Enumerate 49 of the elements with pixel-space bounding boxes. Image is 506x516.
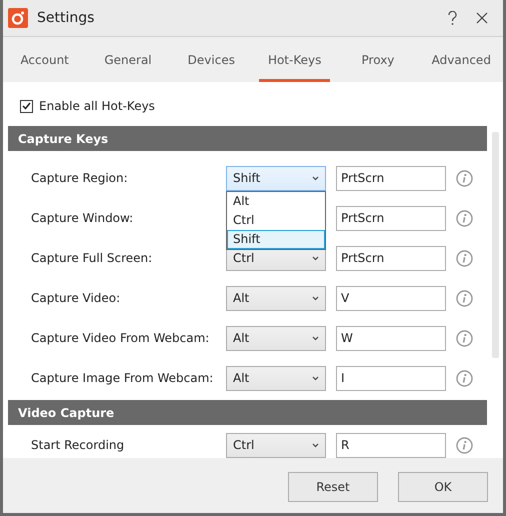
chevron-down-icon	[312, 336, 319, 340]
chevron-down-icon	[312, 176, 319, 180]
tab[interactable]: General	[92, 37, 164, 82]
hotkey-label: Capture Video:	[31, 291, 122, 305]
tab[interactable]: Account	[9, 37, 80, 82]
info-icon[interactable]	[456, 370, 473, 386]
dialog-button[interactable]: Reset	[288, 472, 378, 502]
checkbox[interactable]	[20, 100, 33, 112]
key-field[interactable]: V	[336, 286, 446, 310]
checkbox-label: Enable all Hot-Keys	[39, 99, 155, 113]
section-header: Capture Keys	[8, 126, 487, 151]
info-icon[interactable]	[456, 250, 473, 266]
tab[interactable]: Devices	[176, 37, 247, 82]
modifier-dropdown[interactable]: Alt	[226, 286, 326, 310]
chevron-down-icon	[312, 442, 319, 448]
chevron-down-icon	[312, 376, 319, 380]
hotkey-label: Capture Full Screen:	[31, 251, 154, 265]
key-field[interactable]: PrtScrn	[336, 166, 446, 190]
key-field[interactable]: I	[336, 366, 446, 390]
key-field[interactable]: W	[336, 326, 446, 350]
info-icon[interactable]	[456, 210, 473, 226]
modifier-dropdown[interactable]: Shift	[226, 166, 326, 190]
modifier-dropdown[interactable]: Ctrl	[226, 432, 326, 458]
hotkey-label: Capture Image From Webcam:	[31, 371, 214, 385]
key-field[interactable]: PrtScrn	[336, 246, 446, 270]
tab[interactable]: Advanced	[426, 37, 497, 82]
chevron-down-icon	[312, 256, 319, 260]
help-icon	[448, 10, 456, 26]
dropdown-option[interactable]: Shift	[227, 230, 325, 248]
hotkey-label: Capture Region:	[31, 171, 129, 185]
section-header: Video Capture	[8, 400, 487, 425]
close-icon	[476, 12, 488, 24]
info-icon[interactable]	[456, 170, 473, 186]
modifier-dropdown[interactable]: Alt	[226, 366, 326, 390]
scrollbar-thumb[interactable]	[492, 132, 498, 358]
window-title: Settings	[37, 10, 96, 26]
modifier-dropdown[interactable]: Alt	[226, 326, 326, 350]
tab[interactable]: Proxy	[342, 37, 414, 82]
chevron-down-icon	[312, 296, 319, 300]
hotkey-label: Capture Window:	[31, 211, 134, 225]
key-field[interactable]: PrtScrn	[336, 206, 446, 230]
key-field[interactable]: R	[336, 432, 446, 458]
hotkey-label: Start Recording	[31, 438, 126, 452]
dialog-button[interactable]: OK	[398, 472, 488, 502]
hotkey-label: Capture Video From Webcam:	[31, 331, 210, 345]
info-icon[interactable]	[456, 290, 473, 306]
info-icon[interactable]	[456, 330, 473, 346]
info-icon[interactable]	[456, 436, 473, 454]
app-logo-icon	[8, 8, 28, 28]
